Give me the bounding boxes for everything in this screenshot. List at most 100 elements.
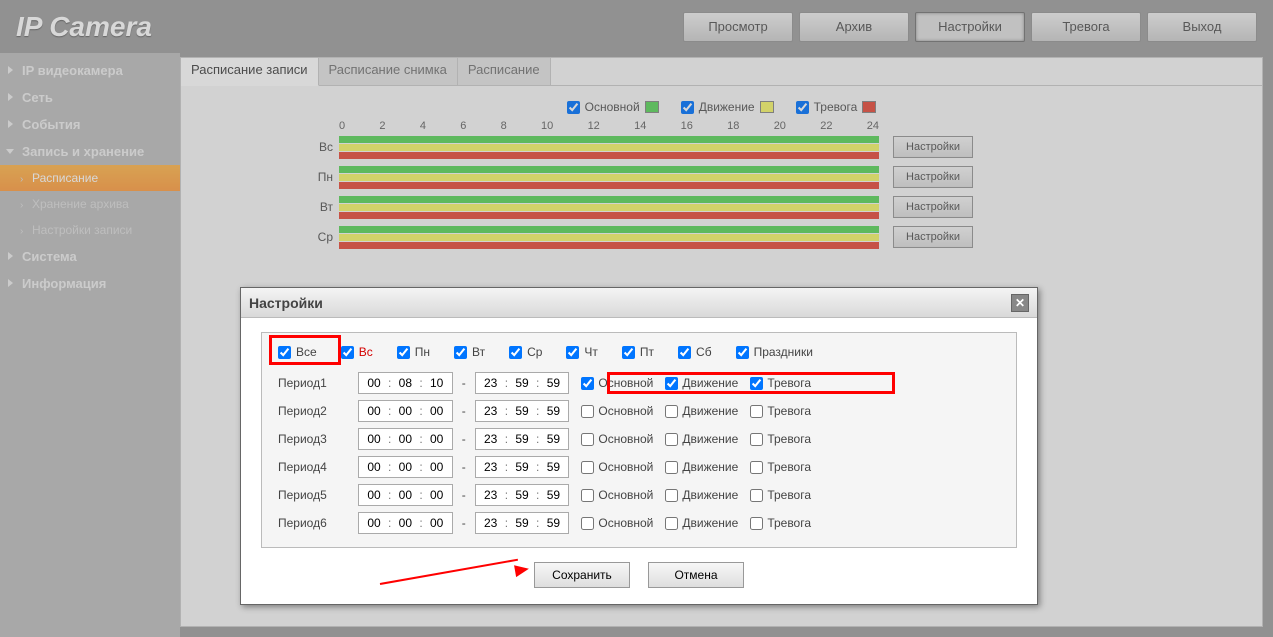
nav-view[interactable]: Просмотр [683,12,793,42]
period-motion-checkbox[interactable]: Движение [665,516,738,530]
period-motion-checkbox[interactable]: Движение [665,404,738,418]
period-main-checkbox[interactable]: Основной [581,488,653,502]
legend-motion[interactable]: Движение [681,100,774,114]
time-start-s[interactable] [426,516,448,530]
time-start-h[interactable] [363,376,385,390]
time-end-s[interactable] [542,432,564,446]
day-sat[interactable]: Сб [678,345,712,359]
day-sun[interactable]: Вс [341,345,373,359]
period-main-checkbox[interactable]: Основной [581,516,653,530]
time-end-m[interactable] [511,404,533,418]
nav-alarm[interactable]: Тревога [1031,12,1141,42]
sidebar-events[interactable]: События [0,111,180,138]
close-icon[interactable]: ✕ [1011,294,1029,312]
nav-exit[interactable]: Выход [1147,12,1257,42]
time-end-s[interactable] [542,516,564,530]
sidebar-info[interactable]: Информация [0,270,180,297]
cancel-button[interactable]: Отмена [648,562,744,588]
time-end-h[interactable] [480,460,502,474]
time-end-h[interactable] [480,404,502,418]
time-end-h[interactable] [480,516,502,530]
time-start-m[interactable] [394,432,416,446]
time-end-s[interactable] [542,376,564,390]
time-end-m[interactable] [511,376,533,390]
period-alarm-checkbox[interactable]: Тревога [750,460,811,474]
time-end-m[interactable] [511,432,533,446]
period-alarm-checkbox[interactable]: Тревога [750,488,811,502]
period-motion-checkbox[interactable]: Движение [665,488,738,502]
sidebar-system[interactable]: Система [0,243,180,270]
sidebar-record-settings[interactable]: ›Настройки записи [0,217,180,243]
save-button[interactable]: Сохранить [534,562,630,588]
time-start-s[interactable] [426,460,448,474]
time-end-s[interactable] [542,404,564,418]
period-main-checkbox[interactable]: Основной [581,432,653,446]
period-main-checkbox[interactable]: Основной [581,404,653,418]
legend-alarm[interactable]: Тревога [796,100,877,114]
period-row-1: Период1::-::ОсновнойДвижениеТревога [278,369,1000,397]
day-wed[interactable]: Ср [509,345,542,359]
time-start-h[interactable] [363,516,385,530]
day-tue[interactable]: Вт [454,345,485,359]
sidebar-camera[interactable]: IP видеокамера [0,57,180,84]
time-end-h[interactable] [480,376,502,390]
tab-record-schedule[interactable]: Расписание записи [181,58,319,86]
time-end: :: [475,512,570,534]
time-end-h[interactable] [480,432,502,446]
time-start-h[interactable] [363,488,385,502]
timeline-tick: 14 [634,120,646,132]
time-end-m[interactable] [511,460,533,474]
timeline-tick: 22 [820,120,832,132]
period-alarm-checkbox[interactable]: Тревога [750,432,811,446]
legend-main[interactable]: Основной [567,100,659,114]
timeline-bar-green [339,166,879,173]
time-end-m[interactable] [511,488,533,502]
period-motion-checkbox[interactable]: Движение [665,432,738,446]
time-end-s[interactable] [542,460,564,474]
timeline-tick: 4 [420,120,426,132]
day-thu[interactable]: Чт [566,345,598,359]
day-holidays[interactable]: Праздники [736,345,813,359]
sidebar-storage[interactable]: Запись и хранение [0,138,180,165]
time-start-m[interactable] [394,376,416,390]
timeline-bar-red [339,242,879,249]
time-start-m[interactable] [394,488,416,502]
day-all[interactable]: Все [278,345,317,359]
timeline-row: ВсНастройки [301,132,1021,162]
time-start-s[interactable] [426,432,448,446]
sidebar-network[interactable]: Сеть [0,84,180,111]
sidebar-schedule[interactable]: ›Расписание [0,165,180,191]
day-mon[interactable]: Пн [397,345,430,359]
time-start-h[interactable] [363,460,385,474]
time-start-m[interactable] [394,460,416,474]
row-settings-button[interactable]: Настройки [893,136,973,158]
timeline-tick: 24 [867,120,879,132]
nav-archive[interactable]: Архив [799,12,909,42]
time-end-m[interactable] [511,516,533,530]
time-start-s[interactable] [426,376,448,390]
sidebar-archive-storage[interactable]: ›Хранение архива [0,191,180,217]
period-alarm-checkbox[interactable]: Тревога [750,516,811,530]
time-start-m[interactable] [394,516,416,530]
time-end-h[interactable] [480,488,502,502]
row-settings-button[interactable]: Настройки [893,226,973,248]
time-start-s[interactable] [426,404,448,418]
row-settings-button[interactable]: Настройки [893,196,973,218]
period-motion-checkbox[interactable]: Движение [665,376,738,390]
time-start-m[interactable] [394,404,416,418]
time-start-h[interactable] [363,432,385,446]
period-label: Период5 [278,488,352,502]
day-fri[interactable]: Пт [622,345,654,359]
nav-settings[interactable]: Настройки [915,12,1025,42]
period-motion-checkbox[interactable]: Движение [665,460,738,474]
time-start-h[interactable] [363,404,385,418]
period-alarm-checkbox[interactable]: Тревога [750,404,811,418]
tab-snapshot-schedule[interactable]: Расписание снимка [319,58,458,85]
row-settings-button[interactable]: Настройки [893,166,973,188]
period-main-checkbox[interactable]: Основной [581,460,653,474]
tab-schedule[interactable]: Расписание [458,58,551,85]
period-alarm-checkbox[interactable]: Тревога [750,376,811,390]
time-start-s[interactable] [426,488,448,502]
time-end-s[interactable] [542,488,564,502]
period-main-checkbox[interactable]: Основной [581,376,653,390]
